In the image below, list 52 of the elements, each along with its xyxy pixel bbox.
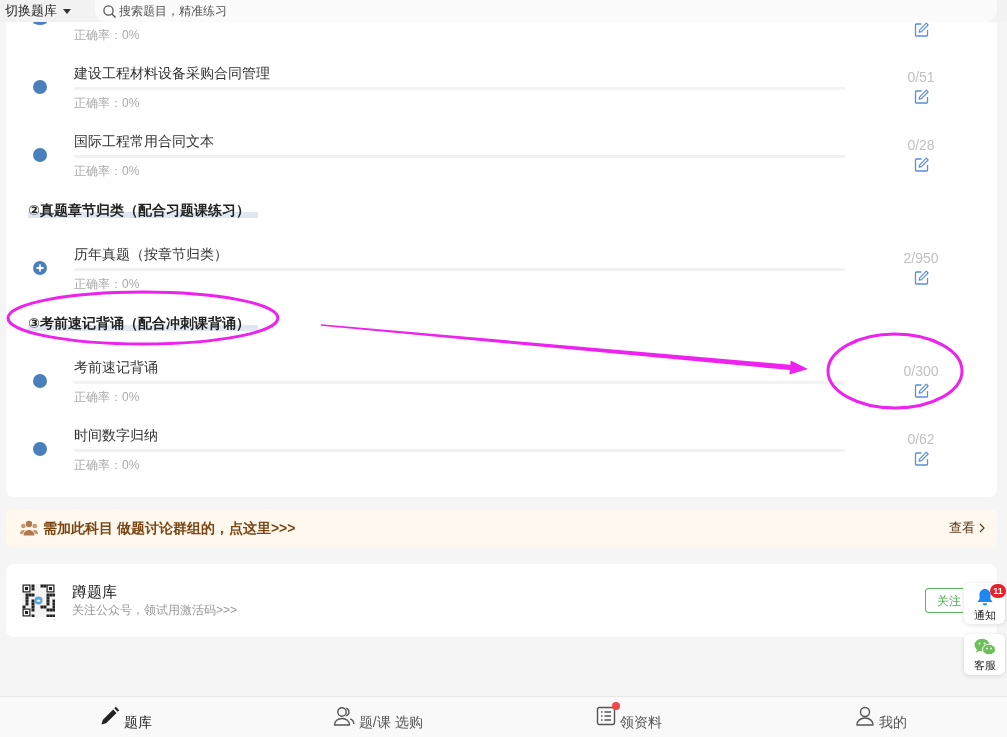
question-count: 0/51: [907, 68, 935, 86]
plus-circle-icon[interactable]: [33, 261, 47, 275]
pencil-icon: [99, 706, 120, 726]
caret-icon: [63, 8, 71, 14]
account-name: 蹲题库: [72, 582, 118, 602]
tab[interactable]: 领资料: [503, 697, 756, 737]
count-badge: 11: [990, 584, 1006, 598]
switch-bank-button[interactable]: 切换题库: [0, 0, 92, 22]
edit-icon[interactable]: [913, 89, 929, 104]
accuracy-text: 正确率：0%: [74, 276, 141, 293]
list-icon: [596, 706, 617, 726]
dot-icon: [33, 80, 47, 94]
edit-icon[interactable]: [913, 157, 929, 172]
view-link[interactable]: 查看: [949, 518, 985, 538]
accuracy-text: 正确率：0%: [74, 95, 141, 112]
accuracy-text: 正确率：0%: [74, 163, 141, 180]
dot-icon: [33, 374, 47, 388]
chapter-title[interactable]: 国际工程常用合同文本: [74, 131, 845, 151]
search-icon: [103, 5, 116, 18]
chapter-title[interactable]: 建设工程材料设备采购合同管理: [74, 63, 845, 83]
question-count: 0/28: [907, 136, 935, 154]
dot-icon: [33, 148, 47, 162]
edit-icon[interactable]: [913, 451, 929, 466]
account-hint: 关注公众号，领试用激活码>>>: [72, 602, 238, 619]
question-count: 0/62: [907, 430, 935, 448]
accuracy-text: 正确率：0%: [74, 457, 141, 474]
customer-service-button[interactable]: 客服: [964, 634, 1005, 675]
group-invite-text[interactable]: 需加此科目 做题讨论群组的，点这里>>>: [43, 517, 296, 539]
chapter-title[interactable]: 时间数字归纳: [74, 425, 845, 445]
question-count: 2/950: [903, 249, 939, 267]
section-title: ②真题章节归类（配合习题课练习）: [28, 200, 258, 220]
tab[interactable]: 题库: [0, 697, 252, 737]
tab[interactable]: 题/课 选购: [251, 697, 504, 737]
edit-icon[interactable]: [913, 383, 929, 398]
chevron-icon: [979, 523, 985, 533]
notification-button[interactable]: 通知 11: [964, 583, 1005, 624]
chat-icon: [973, 638, 996, 656]
accuracy-text: 正确率：0%: [74, 389, 141, 406]
section-title: ③考前速记背诵（配合冲刺课背诵）: [28, 313, 258, 333]
users-icon: [332, 706, 355, 726]
tab[interactable]: 我的: [755, 697, 1007, 737]
chapter-title[interactable]: 历年真题（按章节归类）: [74, 244, 845, 264]
edit-icon[interactable]: [913, 270, 929, 285]
accuracy-text: 正确率：0%: [74, 27, 141, 44]
people-icon: [20, 520, 38, 536]
search-field[interactable]: 搜索题目，精准练习: [95, 0, 997, 22]
qr-code-icon: [22, 584, 55, 617]
person-icon: [855, 706, 876, 726]
edit-icon[interactable]: [913, 22, 929, 37]
dot-icon: [33, 442, 47, 456]
chapter-title[interactable]: 考前速记背诵: [74, 357, 845, 377]
question-count: 0/300: [903, 362, 939, 380]
